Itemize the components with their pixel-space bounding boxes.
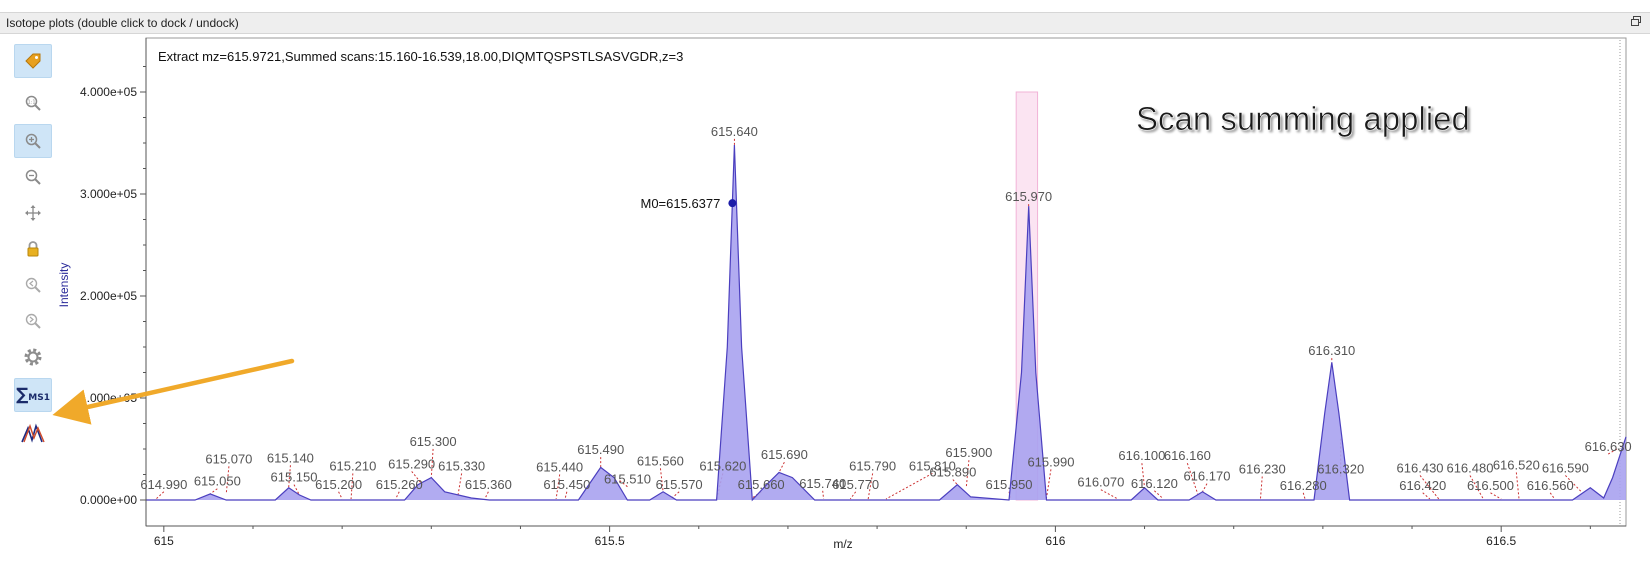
- peak-label: 615.560: [637, 453, 684, 468]
- peak-label: 616.170: [1183, 469, 1230, 484]
- peak-label: 615.950: [986, 477, 1033, 492]
- peak-label: 615.450: [543, 477, 590, 492]
- peak-label: 615.770: [832, 477, 879, 492]
- peak-label: 616.420: [1399, 478, 1446, 493]
- y-axis-label: Intensity: [57, 263, 71, 308]
- peak-label: 616.590: [1542, 460, 1589, 475]
- peak-label: 616.230: [1239, 461, 1286, 476]
- x-tick-label: 615.5: [595, 534, 625, 548]
- peak-label: 615.570: [656, 477, 703, 492]
- y-tick-label: 2.000e+05: [80, 289, 137, 303]
- peak-label: 616.630: [1585, 439, 1632, 454]
- peak-label: 615.290: [388, 456, 435, 471]
- peak-label: 615.640: [711, 124, 758, 139]
- peak-label: 615.990: [1027, 454, 1074, 469]
- peak-label: 616.430: [1397, 460, 1444, 475]
- peak-label: 615.150: [271, 470, 318, 485]
- peak-label: 615.790: [849, 458, 896, 473]
- peak-label: 614.990: [140, 477, 187, 492]
- x-tick-label: 616: [1045, 534, 1065, 548]
- peak-label: 615.070: [205, 451, 252, 466]
- y-tick-label: 0.000e+00: [80, 493, 137, 507]
- x-tick-label: 615: [154, 534, 174, 548]
- peak-label: 616.120: [1131, 476, 1178, 491]
- peak-label: 615.440: [536, 459, 583, 474]
- peak-label: 615.200: [315, 477, 362, 492]
- m0-label: M0=615.6377: [641, 196, 721, 211]
- peak-label: 616.160: [1164, 448, 1211, 463]
- x-axis-ticks: 615 615.5 616 616.5: [154, 526, 1591, 548]
- peak-label: 615.900: [945, 445, 992, 460]
- peak-label: 616.320: [1317, 461, 1364, 476]
- peak-label: 616.100: [1118, 448, 1165, 463]
- x-tick-label: 616.5: [1486, 534, 1516, 548]
- peak-label: 615.300: [410, 434, 457, 449]
- chart-title: Extract mz=615.9721,Summed scans:15.160-…: [158, 49, 683, 64]
- peak-label: 615.620: [699, 458, 746, 473]
- peak-label: 615.260: [376, 477, 423, 492]
- peak-label: 615.660: [738, 477, 785, 492]
- y-axis-ticks: 0.000e+001.000e+052.000e+053.000e+054.00…: [80, 66, 146, 507]
- peak-label: 615.490: [577, 442, 624, 457]
- peak-label: 616.280: [1280, 478, 1327, 493]
- peak-label: 616.560: [1527, 478, 1574, 493]
- peak-label: 616.480: [1446, 460, 1493, 475]
- peak-label: 615.210: [329, 458, 376, 473]
- peak-label: 616.310: [1308, 343, 1355, 358]
- peak-label: 615.890: [929, 465, 976, 480]
- annotation-text: Scan summing applied: [1136, 100, 1470, 137]
- peak-label: 616.520: [1493, 457, 1540, 472]
- isotope-chart[interactable]: 614.990 615.050615.070 615.140615.150615.2…: [0, 0, 1650, 569]
- peak-label: 615.330: [438, 458, 485, 473]
- peak-label: 616.500: [1467, 478, 1514, 493]
- y-tick-label: 3.000e+05: [80, 187, 137, 201]
- peak-label: 615.970: [1005, 189, 1052, 204]
- peak-label: 616.070: [1077, 475, 1124, 490]
- peak-label: 615.140: [267, 450, 314, 465]
- y-tick-label: 4.000e+05: [80, 85, 137, 99]
- peak-label: 615.050: [194, 474, 241, 489]
- m0-marker[interactable]: [728, 199, 737, 208]
- x-axis-label: m/z: [833, 537, 852, 551]
- peak-label: 615.510: [604, 472, 651, 487]
- peak-label: 615.690: [761, 447, 808, 462]
- peak-label: 615.360: [465, 477, 512, 492]
